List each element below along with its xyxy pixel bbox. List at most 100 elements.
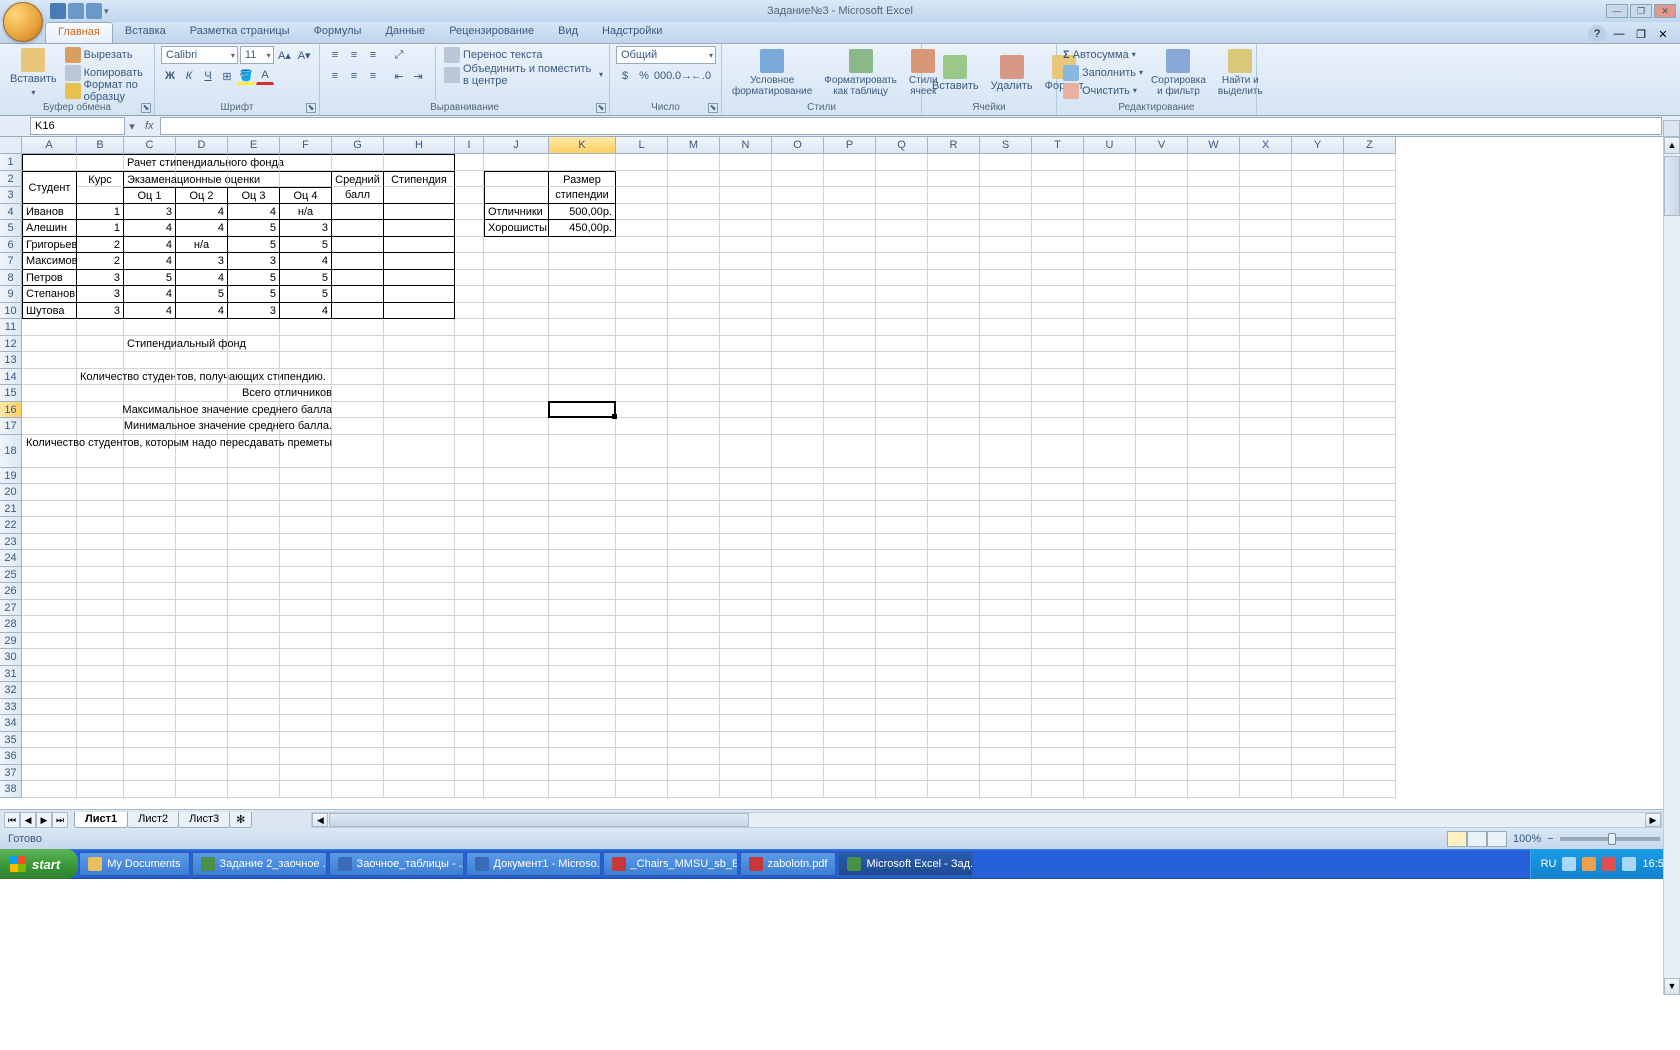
cell[interactable] <box>1344 204 1396 221</box>
cell[interactable] <box>549 435 616 468</box>
wrap-text-button[interactable]: Перенос текста <box>444 46 603 63</box>
cell[interactable] <box>876 253 928 270</box>
cell[interactable] <box>332 352 384 369</box>
cell[interactable] <box>176 715 228 732</box>
align-middle-button[interactable]: ≡ <box>345 46 363 64</box>
cell[interactable] <box>384 550 455 567</box>
cell[interactable] <box>1344 385 1396 402</box>
cell[interactable] <box>549 633 616 650</box>
cell[interactable] <box>1240 649 1292 666</box>
cell[interactable] <box>124 616 176 633</box>
cell[interactable] <box>384 600 455 617</box>
cell[interactable] <box>824 534 876 551</box>
ribbon-minimize-button[interactable]: — <box>1610 25 1628 43</box>
scroll-thumb[interactable] <box>1664 156 1680 216</box>
help-icon[interactable]: ? <box>1588 25 1606 43</box>
cell[interactable] <box>384 352 455 369</box>
cell[interactable] <box>1292 237 1344 254</box>
cell[interactable] <box>1240 567 1292 584</box>
cell[interactable] <box>824 204 876 221</box>
column-header[interactable]: E <box>228 137 280 154</box>
cell[interactable] <box>124 468 176 485</box>
cell[interactable]: Оц 1 <box>124 187 176 204</box>
cell[interactable] <box>824 303 876 320</box>
cell[interactable] <box>720 781 772 798</box>
cell[interactable] <box>549 765 616 782</box>
cell[interactable] <box>280 369 332 386</box>
sheet-tab-2[interactable]: Лист2 <box>127 812 179 828</box>
cell[interactable] <box>720 270 772 287</box>
cell[interactable] <box>77 336 124 353</box>
cell[interactable] <box>1188 501 1240 518</box>
cell[interactable] <box>455 715 484 732</box>
cell[interactable] <box>1032 253 1084 270</box>
cell[interactable] <box>772 237 824 254</box>
cell[interactable] <box>616 484 668 501</box>
align-center-button[interactable]: ≡ <box>345 67 363 85</box>
cell[interactable] <box>22 352 77 369</box>
cell[interactable] <box>384 435 455 468</box>
cell[interactable] <box>1136 666 1188 683</box>
cell[interactable] <box>77 748 124 765</box>
cell[interactable] <box>455 237 484 254</box>
sort-filter-button[interactable]: Сортировка и фильтр <box>1147 46 1210 100</box>
cell[interactable] <box>980 781 1032 798</box>
cell[interactable] <box>772 583 824 600</box>
cell[interactable] <box>484 649 549 666</box>
cell[interactable]: 5 <box>228 220 280 237</box>
cell[interactable] <box>980 682 1032 699</box>
cell[interactable] <box>124 600 176 617</box>
cell[interactable] <box>455 319 484 336</box>
font-size-combo[interactable]: 11 <box>240 46 274 64</box>
column-header[interactable]: S <box>980 137 1032 154</box>
cell[interactable] <box>1032 682 1084 699</box>
cell[interactable] <box>772 468 824 485</box>
cell[interactable] <box>549 402 616 419</box>
cell[interactable]: 4 <box>228 204 280 221</box>
cell[interactable] <box>980 187 1032 204</box>
cell[interactable] <box>668 501 720 518</box>
cell[interactable] <box>1188 699 1240 716</box>
cell[interactable] <box>77 715 124 732</box>
cell[interactable] <box>928 682 980 699</box>
taskbar-item[interactable]: Заочное_таблицы - ... <box>329 852 464 876</box>
cell[interactable] <box>1292 732 1344 749</box>
cell[interactable] <box>1032 187 1084 204</box>
cell[interactable] <box>22 369 77 386</box>
cell[interactable]: 4 <box>176 303 228 320</box>
cell[interactable] <box>228 534 280 551</box>
cell[interactable] <box>1292 666 1344 683</box>
cell[interactable] <box>1032 699 1084 716</box>
row-header[interactable]: 27 <box>0 600 22 617</box>
cell[interactable]: Количество студентов, получающих стипенд… <box>77 369 124 386</box>
cell[interactable] <box>1188 435 1240 468</box>
cell[interactable] <box>1240 418 1292 435</box>
cell[interactable] <box>1292 204 1344 221</box>
sheet-nav-prev[interactable]: ◀ <box>20 812 36 828</box>
cell[interactable] <box>484 270 549 287</box>
cell[interactable] <box>332 583 384 600</box>
cell[interactable] <box>332 204 384 221</box>
cell[interactable] <box>824 336 876 353</box>
cell[interactable]: 3 <box>77 303 124 320</box>
row-header[interactable]: 20 <box>0 484 22 501</box>
cell[interactable] <box>455 204 484 221</box>
cell[interactable] <box>616 583 668 600</box>
cell[interactable] <box>1292 699 1344 716</box>
taskbar-item[interactable]: _Chairs_MMSU_sb_E... <box>603 852 738 876</box>
conditional-formatting-button[interactable]: Условное форматирование <box>728 46 816 100</box>
cell[interactable]: н/а <box>280 204 332 221</box>
cell[interactable] <box>1136 534 1188 551</box>
row-header[interactable]: 37 <box>0 765 22 782</box>
cell[interactable] <box>720 369 772 386</box>
cell[interactable] <box>1188 237 1240 254</box>
cell[interactable] <box>1344 534 1396 551</box>
row-header[interactable]: 8 <box>0 270 22 287</box>
row-header[interactable]: 5 <box>0 220 22 237</box>
cell[interactable] <box>668 237 720 254</box>
cell[interactable] <box>980 715 1032 732</box>
cell[interactable] <box>1344 765 1396 782</box>
cell[interactable] <box>280 682 332 699</box>
cell[interactable] <box>176 765 228 782</box>
cell[interactable] <box>1084 748 1136 765</box>
